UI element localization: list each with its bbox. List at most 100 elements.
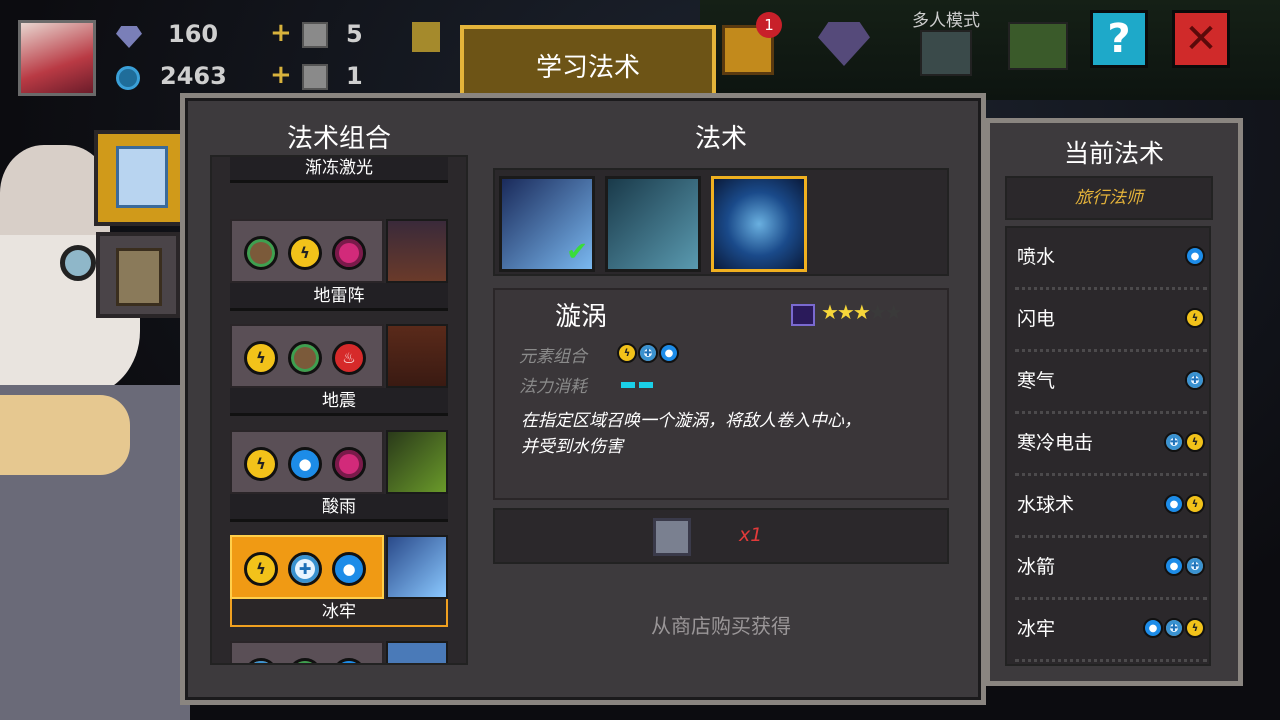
star-rating: ★★★★★ xyxy=(821,300,903,324)
add-item2-icon[interactable]: + xyxy=(270,60,292,90)
tab-learn-spells[interactable]: 学习法术 xyxy=(460,25,716,103)
current-spell-name: 冰箭 xyxy=(1017,556,1056,578)
game-screen: 160 2463 + 5 + 1 1 多人模式 ? ✕ 学习法术 法术组合 法术 xyxy=(0,0,1280,720)
earth-element-icon xyxy=(244,236,278,270)
cost-multiplier: x1 xyxy=(739,524,763,546)
tab-spells[interactable] xyxy=(94,130,186,226)
close-icon: ✕ xyxy=(1184,16,1218,62)
current-spell-list[interactable]: 喷水 ● 闪电 ϟ 寒气 ✚ 寒冷电击 ✚ ϟ 水球术 ● ϟ 冰箭 ● ✚ 冰牢 ●… xyxy=(1005,226,1211,666)
poison-element-icon xyxy=(332,236,366,270)
current-spell-name: 寒冷电击 xyxy=(1017,432,1094,454)
water-element-icon: ● xyxy=(659,343,679,363)
current-spell-name: 冰牢 xyxy=(1017,618,1056,640)
element-label: 元素组合 xyxy=(519,347,587,367)
coin-count: 2463 xyxy=(160,62,227,90)
spell-variant-2[interactable] xyxy=(605,176,701,272)
help-button[interactable]: ? xyxy=(1090,10,1148,68)
water-element-icon: ● xyxy=(332,552,366,586)
water-element-icon: ● xyxy=(288,447,322,481)
combo-item[interactable]: 渐冻激光 xyxy=(230,157,452,186)
spell-elements: ϟ ✚ ● xyxy=(617,343,679,363)
spell-title: 法术 xyxy=(694,124,747,154)
spell-description-1: 在指定区域召唤一个漩涡，将敌人卷入中心， xyxy=(521,411,861,431)
combo-item[interactable]: ϟ 地雷阵 xyxy=(230,219,452,314)
ice-element-icon: ✚ xyxy=(244,658,278,663)
combo-thumb xyxy=(386,535,448,599)
water-element-icon: ● xyxy=(1143,618,1163,638)
current-spell-item[interactable]: 闪电 ϟ xyxy=(1015,290,1207,352)
current-spell-name: 闪电 xyxy=(1017,308,1056,330)
combo-thumb xyxy=(386,430,448,494)
spell-variant-strip: ✔ xyxy=(493,168,949,276)
current-spell-item[interactable]: 水球术 ● ϟ xyxy=(1015,476,1207,538)
water-element-icon: ● xyxy=(1164,556,1184,576)
spell-name: 漩涡 xyxy=(555,302,608,332)
scroll-item-icon xyxy=(653,518,691,556)
current-spell-item[interactable]: 寒冷电击 ✚ ϟ xyxy=(1015,414,1207,476)
earth-element-icon xyxy=(288,341,322,375)
water-element-icon: ● xyxy=(1164,494,1184,514)
ice-element-icon: ✚ xyxy=(1164,432,1184,452)
current-spell-item[interactable]: 冰牢 ● ✚ ϟ xyxy=(1015,600,1207,662)
thunder-element-icon: ϟ xyxy=(617,343,637,363)
rarity-icon xyxy=(791,304,815,326)
current-spell-name: 水球术 xyxy=(1017,494,1075,516)
combo-name: 地雷阵 xyxy=(230,283,448,311)
thunder-element-icon: ϟ xyxy=(1185,432,1205,452)
thunder-element-icon: ϟ xyxy=(1185,308,1205,328)
combo-thumb xyxy=(386,219,448,283)
material1-icon xyxy=(302,22,328,48)
multiplayer-icon[interactable] xyxy=(920,30,972,76)
ice-element-icon: ✚ xyxy=(288,552,322,586)
thunder-element-icon: ϟ xyxy=(1185,618,1205,638)
earth-element-icon xyxy=(288,658,322,663)
thunder-element-icon: ϟ xyxy=(244,341,278,375)
cost-box: x1 xyxy=(493,508,949,564)
combo-item[interactable]: ϟ ● 酸雨 xyxy=(230,430,452,525)
combo-item[interactable]: ✚ ● xyxy=(230,641,452,663)
combo-name: 冰牢 xyxy=(230,599,448,627)
current-spell-name: 寒气 xyxy=(1017,370,1056,392)
class-name: 旅行法师 xyxy=(1005,176,1213,220)
close-button[interactable]: ✕ xyxy=(1172,10,1230,68)
combo-list[interactable]: 渐冻激光 ϟ 地雷阵 ϟ ♨ 地震 ϟ ● 酸雨 ϟ ✚ ● 冰牢 xyxy=(210,155,468,665)
material1-count: 5 xyxy=(346,20,363,48)
ice-element-icon: ✚ xyxy=(638,343,658,363)
current-spell-item[interactable]: 冰箭 ● ✚ xyxy=(1015,538,1207,600)
thunder-element-icon: ϟ xyxy=(288,236,322,270)
combo-name: 酸雨 xyxy=(230,494,448,522)
chest-badge: 1 xyxy=(756,12,782,38)
scroll-icon xyxy=(412,22,440,52)
tab-scrolls[interactable] xyxy=(96,232,180,318)
poison-element-icon xyxy=(332,447,366,481)
ice-element-icon: ✚ xyxy=(1185,370,1205,390)
ice-element-icon: ✚ xyxy=(1185,556,1205,576)
thunder-element-icon: ϟ xyxy=(244,552,278,586)
scroll-tab-icon xyxy=(116,248,162,306)
gem-count: 160 xyxy=(168,20,219,48)
fire-element-icon: ♨ xyxy=(332,341,366,375)
player-avatar[interactable] xyxy=(18,20,96,96)
add-item1-icon[interactable]: + xyxy=(270,18,292,48)
menu-icon[interactable] xyxy=(1008,22,1068,70)
combo-name: 渐冻激光 xyxy=(230,157,448,183)
current-spell-name: 喷水 xyxy=(1017,246,1056,268)
combo-item-selected[interactable]: ϟ ✚ ● 冰牢 xyxy=(230,535,452,630)
mode-label: 多人模式 xyxy=(912,11,980,31)
gem-icon xyxy=(116,26,142,48)
current-spell-item[interactable]: 寒气 ✚ xyxy=(1015,352,1207,414)
question-icon: ? xyxy=(1107,16,1131,62)
spell-variant-3-selected[interactable] xyxy=(711,176,807,272)
spellbook-icon xyxy=(116,146,168,208)
combo-item[interactable]: ϟ ♨ 地震 xyxy=(230,324,452,419)
combo-title: 法术组合 xyxy=(286,124,391,154)
star-filled-icon: ★★★ xyxy=(821,300,871,324)
ice-element-icon: ✚ xyxy=(1164,618,1184,638)
material2-count: 1 xyxy=(346,62,363,90)
material2-icon xyxy=(302,64,328,90)
coin-icon xyxy=(116,66,140,90)
check-icon: ✔ xyxy=(566,237,588,267)
thunder-element-icon: ϟ xyxy=(244,447,278,481)
current-spell-item[interactable]: 喷水 ● xyxy=(1015,228,1207,290)
spell-variant-1[interactable]: ✔ xyxy=(499,176,595,272)
